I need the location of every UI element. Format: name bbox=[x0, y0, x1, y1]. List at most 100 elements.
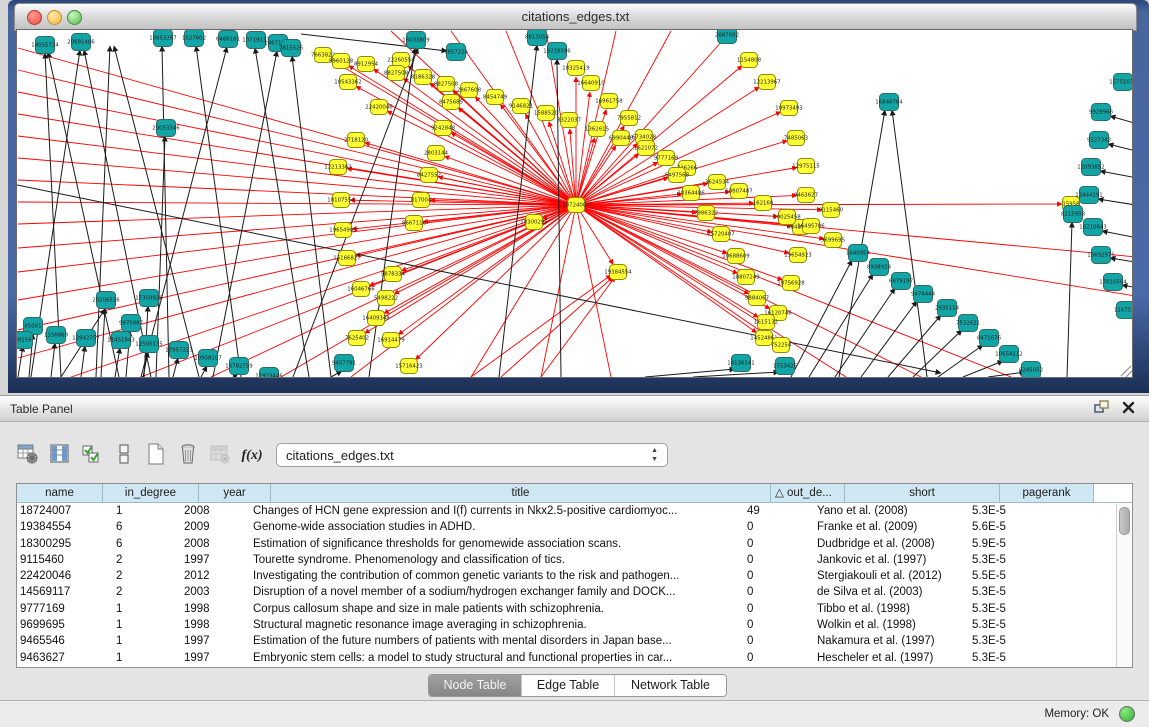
table-cell[interactable]: 1 bbox=[100, 633, 180, 649]
graph-node[interactable]: 752254 bbox=[771, 338, 792, 353]
table-cell[interactable]: 1 bbox=[100, 503, 180, 519]
graph-node[interactable]: 19654923 bbox=[784, 248, 811, 263]
graph-node[interactable]: 9975887 bbox=[119, 315, 143, 332]
table-cell[interactable]: 0 bbox=[743, 536, 813, 552]
graph-node[interactable]: 14136141 bbox=[727, 355, 754, 372]
graph-node[interactable]: 12505135 bbox=[135, 336, 162, 353]
table-cell[interactable]: Jankovic et al. (1997) bbox=[813, 552, 964, 568]
table-cell[interactable]: 0 bbox=[743, 617, 813, 633]
tab-edge-table[interactable]: Edge Table bbox=[522, 675, 615, 696]
create-column-button[interactable] bbox=[142, 441, 170, 469]
graph-node[interactable]: 10654112 bbox=[995, 346, 1022, 363]
graph-node[interactable]: 9777169 bbox=[654, 151, 679, 166]
table-cell[interactable]: Wolkin et al. (1998) bbox=[813, 617, 964, 633]
graph-node[interactable]: 1527602 bbox=[182, 30, 206, 47]
table-cell[interactable]: 0 bbox=[743, 584, 813, 600]
column-header-out-de-[interactable]: △ out_de... bbox=[771, 484, 845, 503]
table-cell[interactable]: 2009 bbox=[180, 519, 248, 535]
graph-node[interactable]: 1588520 bbox=[534, 106, 559, 121]
graph-node[interactable]: 8186328 bbox=[411, 70, 436, 85]
table-cell[interactable]: 5.3E-5 bbox=[964, 552, 1050, 568]
table-cell[interactable]: Tibbo et al. (1998) bbox=[813, 601, 964, 617]
graph-node[interactable]: 18756928 bbox=[777, 276, 805, 291]
graph-node[interactable]: 12444191 bbox=[1075, 187, 1102, 204]
graph-node[interactable]: 6879197 bbox=[889, 273, 913, 290]
table-row[interactable]: 969969511998Structural magnetic resonanc… bbox=[17, 617, 1132, 633]
graph-node[interactable]: 5878334 bbox=[381, 267, 406, 282]
function-builder-button[interactable]: f(x) bbox=[238, 441, 266, 469]
table-row[interactable]: 977716911998Corpus callosum shape and si… bbox=[17, 601, 1132, 617]
graph-node[interactable]: 162160 bbox=[753, 196, 774, 211]
graph-node[interactable]: 10807487 bbox=[725, 184, 752, 199]
graph-node[interactable]: 8427552 bbox=[417, 168, 441, 183]
graph-node[interactable]: 8667110 bbox=[402, 216, 427, 231]
show-columns-button[interactable] bbox=[46, 441, 74, 469]
table-cell[interactable]: 5.3E-5 bbox=[964, 503, 1050, 519]
graph-node[interactable]: 7955812 bbox=[617, 111, 641, 126]
graph-node[interactable]: 1753426 bbox=[773, 358, 798, 375]
table-cell[interactable]: 0 bbox=[743, 650, 813, 666]
table-cell[interactable]: 1998 bbox=[180, 601, 248, 617]
delete-table-button[interactable] bbox=[206, 441, 234, 469]
table-cell[interactable]: 2008 bbox=[180, 503, 248, 519]
table-cell[interactable]: 1 bbox=[100, 617, 180, 633]
table-row[interactable]: 1456911722003Disruption of a novel membe… bbox=[17, 584, 1132, 600]
network-canvas[interactable]: 7663822996012889129542226055888275088186… bbox=[17, 30, 1132, 377]
column-header-year[interactable]: year bbox=[199, 484, 271, 503]
graph-node[interactable]: 16640910 bbox=[577, 76, 605, 91]
column-header-name[interactable]: name bbox=[17, 484, 103, 503]
table-cell[interactable]: 2 bbox=[100, 584, 180, 600]
graph-node[interactable]: 16961758 bbox=[595, 94, 623, 109]
graph-node[interactable]: 11451943 bbox=[107, 332, 134, 349]
tab-node-table[interactable]: Node Table bbox=[429, 675, 522, 696]
graph-node[interactable]: 5498222 bbox=[374, 291, 398, 306]
graph-node[interactable]: 7857224 bbox=[444, 44, 469, 61]
column-header-pagerank[interactable]: pagerank bbox=[1000, 484, 1094, 503]
graph-node[interactable]: 20053346 bbox=[152, 120, 180, 137]
table-cell[interactable]: 14569117 bbox=[17, 584, 100, 600]
vertical-scrollbar[interactable] bbox=[1116, 504, 1131, 667]
graph-node[interactable]: 3624534 bbox=[705, 175, 730, 190]
table-cell[interactable]: 2 bbox=[100, 568, 180, 584]
table-cell[interactable]: 2008 bbox=[180, 536, 248, 552]
graph-node[interactable]: 17016504 bbox=[1099, 274, 1127, 291]
graph-node[interactable]: 10653267 bbox=[149, 30, 176, 47]
column-header-title[interactable]: title bbox=[271, 484, 771, 503]
table-cell[interactable]: 19384554 bbox=[17, 519, 100, 535]
graph-node[interactable]: 12213363 bbox=[324, 160, 351, 175]
graph-node[interactable]: 20691406 bbox=[67, 34, 95, 51]
table-cell[interactable]: 18300295 bbox=[17, 536, 100, 552]
table-cell[interactable]: 6 bbox=[100, 519, 180, 535]
graph-node[interactable]: 8827508 bbox=[434, 77, 459, 92]
table-cell[interactable]: de Silva et al. (2003) bbox=[813, 584, 964, 600]
graph-node[interactable]: 39159 bbox=[17, 332, 33, 349]
table-cell[interactable]: Franke et al. (2009) bbox=[813, 519, 964, 535]
table-cell[interactable]: Corpus callosum shape and size in male p… bbox=[248, 601, 743, 617]
graph-node[interactable]: 9457791 bbox=[332, 355, 356, 372]
graph-node[interactable]: 9929966 bbox=[1089, 104, 1114, 121]
table-cell[interactable]: Embryonic stem cells: a model to study s… bbox=[248, 650, 743, 666]
table-cell[interactable]: 2 bbox=[100, 552, 180, 568]
table-cell[interactable]: Estimation of the future numbers of pati… bbox=[248, 633, 743, 649]
table-row[interactable]: 1938455462009Genome-wide association stu… bbox=[17, 519, 1132, 535]
scrollbar-thumb[interactable] bbox=[1119, 507, 1130, 535]
table-cell[interactable]: Investigating the contribution of common… bbox=[248, 568, 743, 584]
graph-node[interactable]: 9474444 bbox=[911, 286, 936, 303]
graph-node[interactable]: 19654983 bbox=[329, 223, 356, 238]
graph-node[interactable]: 9245052 bbox=[1019, 362, 1043, 378]
table-cell[interactable]: 5.3E-5 bbox=[964, 601, 1050, 617]
graph-node[interactable]: 6990448 bbox=[609, 131, 634, 146]
float-panel-icon[interactable] bbox=[1094, 400, 1110, 414]
table-cell[interactable]: 9777169 bbox=[17, 601, 100, 617]
graph-node[interactable]: 1167533 bbox=[1114, 302, 1132, 319]
table-cell[interactable]: 5.5E-5 bbox=[964, 568, 1050, 584]
graph-node[interactable]: 20206526 bbox=[92, 292, 120, 309]
table-cell[interactable]: 5.6E-5 bbox=[964, 519, 1050, 535]
deselect-all-columns-button[interactable] bbox=[110, 441, 138, 469]
graph-node[interactable]: 10973493 bbox=[775, 101, 802, 116]
table-cell[interactable]: Estimation of significance thresholds fo… bbox=[248, 536, 743, 552]
graph-node[interactable]: 19218596 bbox=[543, 43, 571, 60]
table-cell[interactable]: Genome-wide association studies in ADHD. bbox=[248, 519, 743, 535]
graph-node[interactable]: 8912954 bbox=[354, 57, 379, 72]
close-panel-icon[interactable] bbox=[1122, 401, 1135, 414]
